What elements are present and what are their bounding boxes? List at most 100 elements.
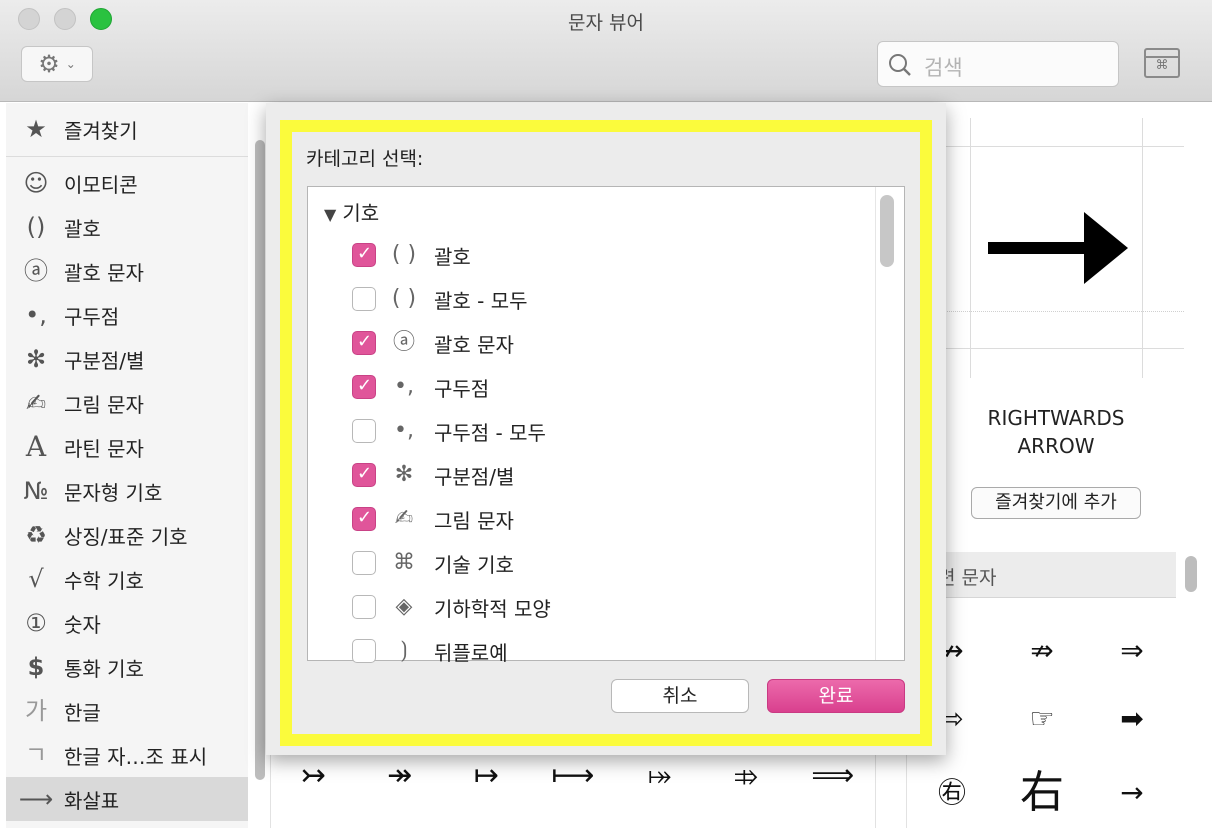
preview-guide-line <box>944 146 1184 147</box>
sidebar-item-hangul[interactable]: 가 한글 <box>6 689 248 733</box>
sidebar-divider <box>6 156 248 157</box>
list-item: •, 구두점 <box>352 365 852 409</box>
list-item-label: 기술 기호 <box>434 552 514 577</box>
gear-icon: ⚙ <box>38 50 60 78</box>
sidebar-item-hangul-jamo[interactable]: ㄱ 한글 자…조 표시 <box>6 733 248 777</box>
grid-char[interactable]: ↠ <box>357 752 444 800</box>
window-title: 문자 뷰어 <box>568 12 644 34</box>
circled-a-icon: ⓐ <box>392 330 415 355</box>
preview-guide-line <box>1142 118 1143 378</box>
related-char[interactable]: ➡ <box>1087 684 1177 754</box>
sidebar-item-punctuation[interactable]: •, 구두점 <box>6 293 248 337</box>
checkbox[interactable] <box>352 287 376 311</box>
sidebar-item-bullets-stars[interactable]: ✻ 구분점/별 <box>6 337 248 381</box>
character-name-line: RIGHTWARDS <box>987 406 1125 430</box>
recycle-icon: ♻ <box>25 521 47 549</box>
group-symbols-toggle[interactable]: ▼ 기호 <box>324 197 379 226</box>
checkbox[interactable] <box>352 463 376 487</box>
grid-char[interactable]: ⤃ <box>703 752 790 800</box>
sidebar-scrollbar[interactable] <box>255 140 265 780</box>
sidebar-item-letterlike-symbols[interactable]: № 문자형 기호 <box>6 469 248 513</box>
sidebar-item-label: 괄호 <box>64 216 101 241</box>
sheet-title: 카테고리 선택: <box>306 148 424 170</box>
preview-baseline <box>944 311 1184 312</box>
sidebar-item-currency[interactable]: $ 통화 기호 <box>6 645 248 689</box>
sidebar-item-label: 라틴 문자 <box>64 436 144 461</box>
checkbox[interactable] <box>352 331 376 355</box>
add-to-favorites-button[interactable]: 즐겨찾기에 추가 <box>971 487 1141 519</box>
sidebar-item-math[interactable]: √ 수학 기호 <box>6 557 248 601</box>
list-item-label: 구분점/별 <box>434 464 515 489</box>
list-item-label: 구두점 <box>434 376 490 401</box>
keyboard-viewer-icon[interactable]: ⌘ <box>1144 48 1180 78</box>
checkbox[interactable] <box>352 375 376 399</box>
asterisk-icon: ✻ <box>25 345 47 373</box>
letter-a-icon: A <box>25 430 47 463</box>
circled-one-icon: ① <box>25 609 47 637</box>
sidebar-item-label: 이모티콘 <box>64 172 138 197</box>
sidebar-item-label: 구분점/별 <box>64 348 145 373</box>
arrow-icon: ⟶ <box>18 785 54 813</box>
cancel-button[interactable]: 취소 <box>611 679 749 713</box>
search-field[interactable]: 검색 <box>877 41 1119 87</box>
done-button[interactable]: 완료 <box>767 679 905 713</box>
parentheses-icon: () <box>26 213 46 241</box>
grid-char[interactable]: ⤅ <box>616 752 703 800</box>
sidebar-item-arrows[interactable]: ⟶ 화살표 <box>6 777 248 821</box>
action-menu-button[interactable]: ⚙ ⌄ <box>21 46 93 82</box>
list-item: ( ) 괄호 <box>352 233 852 277</box>
sidebar-item-pictographs[interactable]: ✍ 그림 문자 <box>6 381 248 425</box>
grid-char[interactable]: ↣ <box>270 752 357 800</box>
character-name: RIGHTWARDS ARROW <box>950 404 1162 460</box>
checkbox[interactable] <box>352 507 376 531</box>
grid-char[interactable]: ⟹ <box>789 752 876 800</box>
related-char[interactable]: ⇒ <box>1087 616 1177 686</box>
ployan-icon: ⟯ <box>400 638 408 663</box>
related-char[interactable]: ☞ <box>997 684 1087 754</box>
list-item-label: 구두점 - 모두 <box>434 420 546 445</box>
hangul-giyeok-icon: ㄱ <box>24 741 48 769</box>
list-item-label: 괄호 - 모두 <box>434 288 528 313</box>
list-item: ✍ 그림 문자 <box>352 497 852 541</box>
related-scrollbar[interactable] <box>1185 556 1197 592</box>
related-char[interactable]: ⇏ <box>997 616 1087 686</box>
sidebar-item-enclosed-characters[interactable]: ⓐ 괄호 문자 <box>6 249 248 293</box>
checkbox[interactable] <box>352 419 376 443</box>
sidebar-item-digits[interactable]: ① 숫자 <box>6 601 248 645</box>
sidebar-item-label: 한글 자…조 표시 <box>64 744 208 769</box>
related-characters-grid: ↛ ⇏ ⇒ ⇨ ☞ ➡ ㊨ 右 → <box>906 598 1176 828</box>
command-glyph: ⌘ <box>1155 58 1169 73</box>
checkbox[interactable] <box>352 639 376 663</box>
list-item: •, 구두점 - 모두 <box>352 409 852 453</box>
sidebar-item-label: 그림 문자 <box>64 392 144 417</box>
related-char[interactable]: → <box>1087 758 1177 828</box>
sidebar-item-parentheses[interactable]: () 괄호 <box>6 205 248 249</box>
sidebar-item-favorites[interactable]: ★ 즐겨찾기 <box>6 107 248 151</box>
list-scrollbar[interactable] <box>880 195 894 267</box>
punctuation-icon: •, <box>394 374 414 399</box>
sidebar-item-latin[interactable]: A 라틴 문자 <box>6 425 248 469</box>
character-grid-row: ↣ ↠ ↦ ⟼ ⤅ ⤃ ⟹ <box>270 752 876 800</box>
sidebar-item-signs-symbols[interactable]: ♻ 상징/표준 기호 <box>6 513 248 557</box>
square-root-icon: √ <box>28 565 44 593</box>
sidebar-item-label: 구두점 <box>64 304 120 329</box>
hangul-ga-icon: 가 <box>24 697 48 725</box>
disclosure-triangle-icon: ▼ <box>324 205 337 224</box>
writing-hand-icon: ✍ <box>25 389 47 417</box>
rightwards-arrow-glyph <box>988 212 1128 284</box>
sidebar-item-emoji[interactable]: ☺ 이모티콘 <box>6 161 248 205</box>
parentheses-icon: ( ) <box>391 286 417 311</box>
chevron-down-icon: ⌄ <box>65 57 76 71</box>
checkbox[interactable] <box>352 595 376 619</box>
checkbox[interactable] <box>352 243 376 267</box>
punctuation-icon: •, <box>25 301 47 329</box>
related-char[interactable]: 右 <box>997 758 1087 828</box>
grid-char[interactable]: ↦ <box>443 752 530 800</box>
search-icon <box>889 54 911 76</box>
checkbox[interactable] <box>352 551 376 575</box>
sidebar-item-label: 화살표 <box>64 788 120 813</box>
sidebar-item-label: 즐겨찾기 <box>64 118 138 143</box>
grid-char[interactable]: ⟼ <box>530 752 617 800</box>
list-item: ◈ 기하학적 모양 <box>352 585 852 629</box>
related-char[interactable]: ㊨ <box>907 758 997 828</box>
